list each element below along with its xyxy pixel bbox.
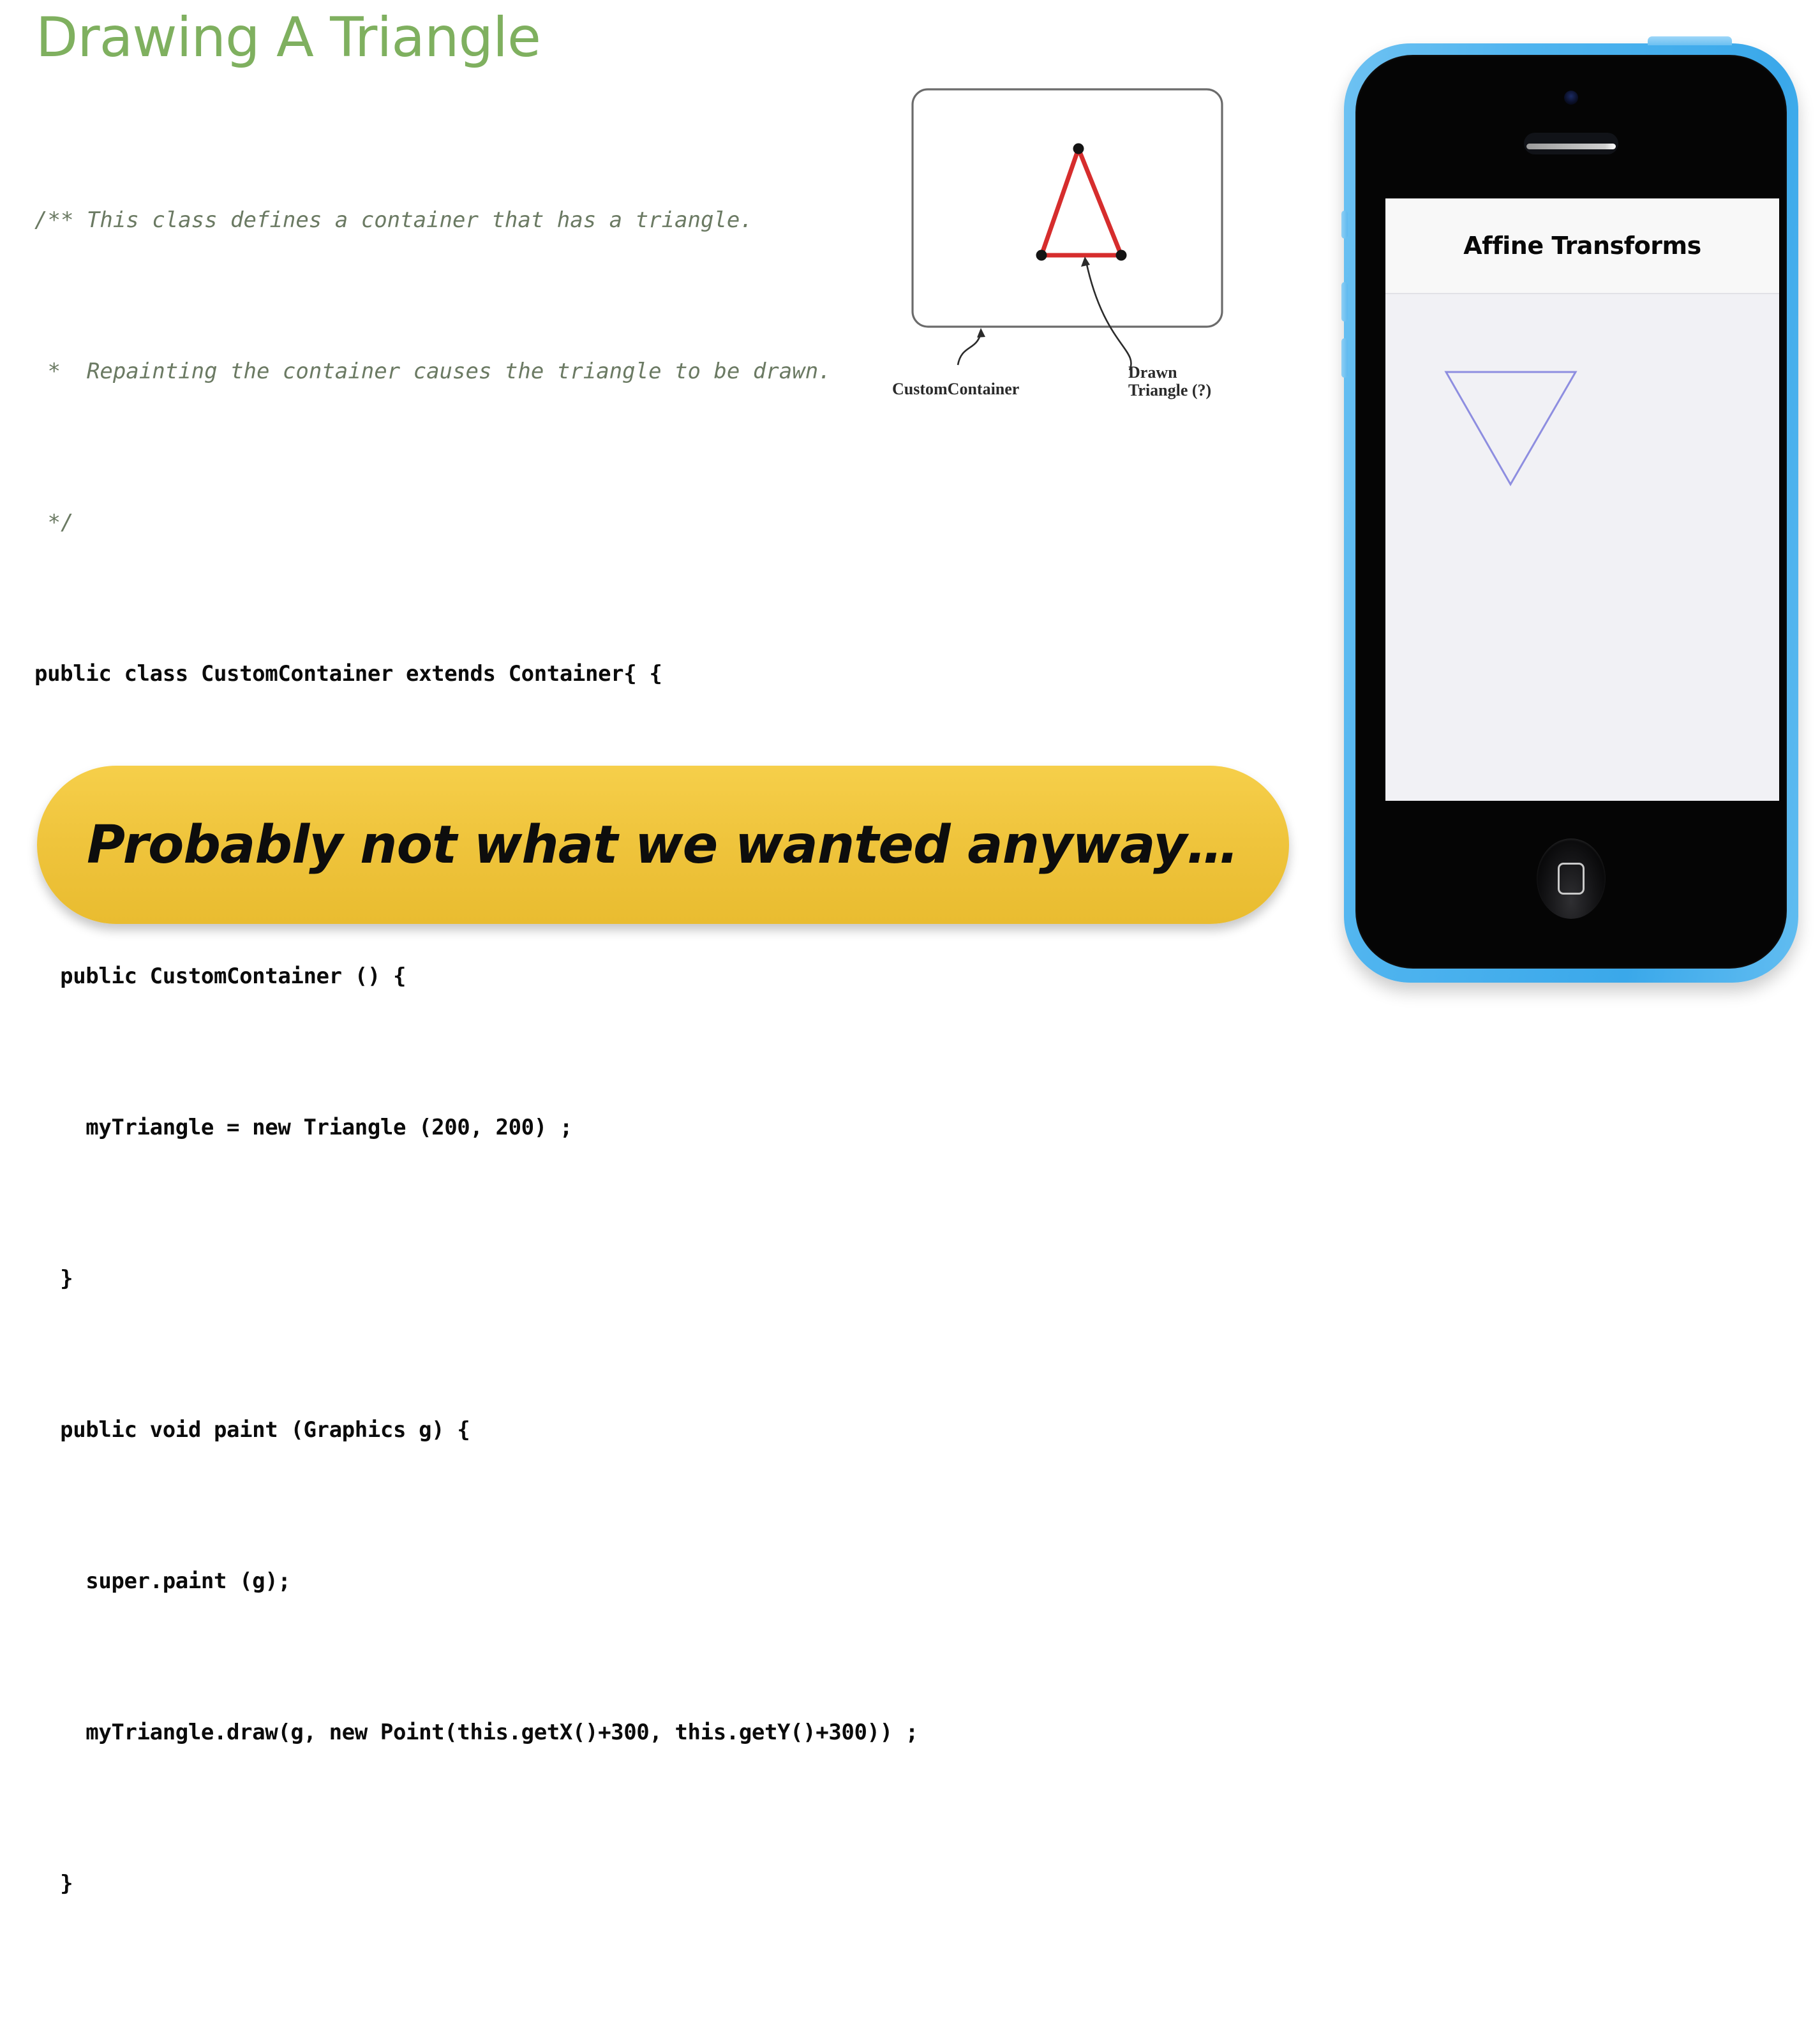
container-leader-arrowhead: [977, 328, 985, 338]
power-button[interactable]: [1648, 36, 1732, 45]
drawn-triangle-label-line1: Drawn: [1128, 363, 1177, 382]
triangle-vertex-bottom-right: [1115, 249, 1127, 261]
app-title: Affine Transforms: [1463, 232, 1701, 260]
drawn-triangle-label-line2: Triangle (?): [1128, 381, 1211, 399]
volume-down-button[interactable]: [1341, 338, 1348, 378]
callout-banner: Probably not what we wanted anyway…: [37, 766, 1289, 924]
custom-container-diagram: CustomContainer Drawn Triangle (?): [881, 70, 1264, 402]
code-line: public void paint (Graphics g) {: [34, 1417, 470, 1443]
app-rendered-triangle: [1444, 371, 1578, 487]
app-drawing-canvas[interactable]: [1385, 294, 1779, 801]
code-line: }: [34, 2010, 915, 2024]
phone-mockup: Affine Transforms: [1341, 36, 1798, 983]
code-line: }: [34, 1266, 73, 1291]
page-title: Drawing A Triangle: [36, 6, 541, 70]
code-line: public CustomContainer () {: [34, 964, 407, 989]
code-line: */: [34, 510, 74, 535]
code-listing: /** This class defines a container that …: [34, 94, 918, 2024]
volume-up-button[interactable]: [1341, 282, 1348, 322]
home-button-square-icon: [1558, 863, 1585, 895]
phone-bezel: Affine Transforms: [1355, 55, 1787, 969]
container-leader-line: [957, 332, 982, 366]
earpiece-speaker-icon: [1524, 133, 1618, 154]
mute-switch[interactable]: [1341, 211, 1348, 239]
phone-screen: Affine Transforms: [1385, 198, 1779, 801]
code-line: * Repainting the container causes the tr…: [34, 359, 832, 384]
code-line: public class CustomContainer extends Con…: [34, 661, 662, 687]
code-line: myTriangle = new Triangle (200, 200) ;: [34, 1115, 572, 1140]
container-label: CustomContainer: [892, 380, 1019, 398]
home-button[interactable]: [1537, 838, 1606, 919]
container-box: [911, 88, 1223, 328]
code-line: }: [34, 1871, 73, 1896]
front-camera-icon: [1564, 91, 1578, 105]
app-navigation-bar: Affine Transforms: [1385, 198, 1779, 294]
callout-banner-text: Probably not what we wanted anyway…: [87, 814, 1239, 875]
code-line: myTriangle.draw(g, new Point(this.getX()…: [34, 1720, 918, 1745]
triangle-vertex-bottom-left: [1036, 249, 1047, 261]
triangle-vertex-apex: [1073, 143, 1084, 154]
code-line: /** This class defines a container that …: [34, 207, 753, 233]
code-line: super.paint (g);: [34, 1568, 291, 1594]
